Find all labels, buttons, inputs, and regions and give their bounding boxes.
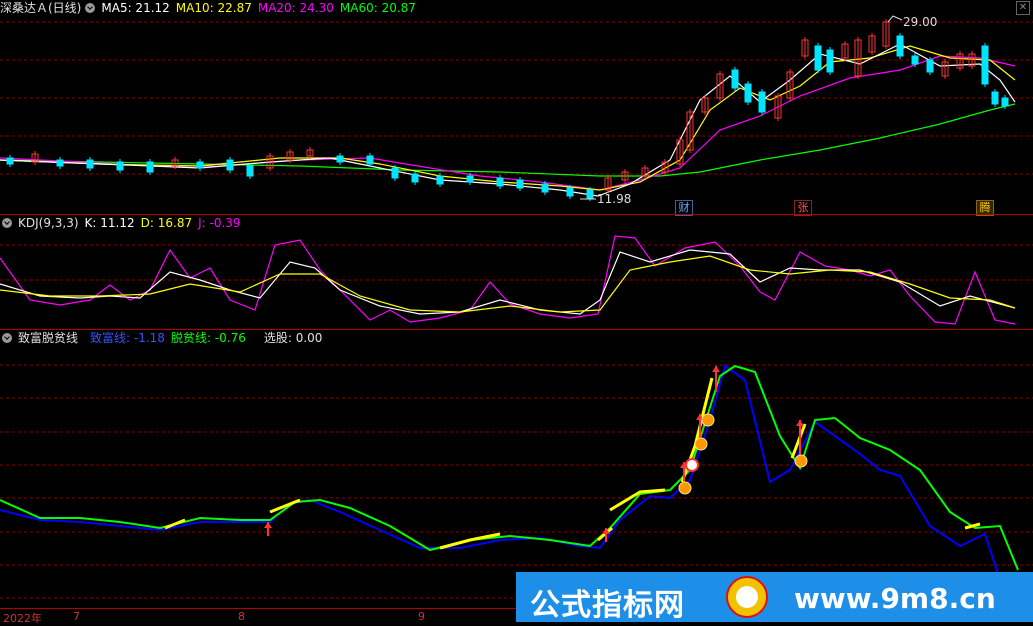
kdj-d-value: D: 16.87	[140, 216, 193, 230]
signal-marker	[678, 481, 692, 495]
candlestick	[436, 175, 444, 185]
candlestick	[86, 159, 94, 169]
x-axis-label-jul: 7	[73, 610, 80, 623]
candlestick	[116, 161, 124, 171]
candlestick	[814, 45, 822, 71]
ma10-label: MA10: 22.87	[175, 1, 252, 15]
watermark-site-name: 公式指标网	[530, 588, 685, 623]
x-axis-label-sep: 9	[418, 610, 425, 623]
candlestick	[586, 189, 594, 199]
x-axis-label-aug: 8	[238, 610, 245, 623]
candlestick	[366, 155, 374, 165]
kdj-panel-header: KDJ(9,3,3) K: 11.12 D: 16.87 J: -0.39	[0, 215, 247, 231]
zhifu-line-value: 致富线: -1.18	[90, 331, 165, 345]
add-signal-marker	[685, 458, 699, 472]
candlestick	[758, 91, 766, 113]
candlestick	[516, 179, 524, 189]
candlestick	[826, 49, 834, 73]
candlestick	[991, 91, 999, 105]
candlestick	[496, 177, 504, 187]
watermark-url: www.9m8.cn	[794, 582, 996, 615]
chart-canvas[interactable]	[0, 0, 1033, 626]
indicator-settings-icon[interactable]	[2, 332, 12, 343]
candlestick	[896, 35, 904, 57]
select-value: 选股: 0.00	[263, 331, 323, 345]
buy-arrow-head	[796, 420, 804, 426]
candlestick	[246, 165, 254, 177]
signal-marker	[694, 437, 708, 451]
candlestick	[336, 155, 344, 163]
watermark-banner: 公式指标网 www.9m8.cn	[516, 572, 1033, 623]
candlestick	[911, 55, 919, 65]
candlestick	[226, 159, 234, 171]
signal-marker	[701, 413, 715, 427]
tuopin-line-value: 脱贫线: -0.76	[170, 331, 246, 345]
low-price-label: 11.98	[597, 192, 632, 206]
candlestick	[1001, 97, 1009, 107]
ma20-label: MA20: 24.30	[257, 1, 334, 15]
candlestick	[146, 161, 154, 173]
candlestick	[196, 161, 204, 169]
kdj-title[interactable]: KDJ(9,3,3)	[18, 216, 79, 230]
close-icon[interactable]: ✕	[1016, 1, 1030, 15]
kdj-k-value: K: 11.12	[84, 216, 135, 230]
main-panel-header: 深桑达Ａ(日线) MA5: 21.12 MA10: 22.87 MA20: 24.30…	[0, 0, 422, 16]
candlestick	[411, 173, 419, 183]
kdj-settings-icon[interactable]	[2, 217, 12, 228]
candlestick	[566, 187, 574, 197]
candlestick	[466, 175, 474, 183]
candlestick	[541, 183, 549, 193]
candlestick	[981, 45, 989, 85]
ma5-line	[0, 43, 1016, 197]
settings-circle-icon[interactable]	[85, 2, 96, 13]
signal-marker	[794, 454, 808, 468]
candlestick	[391, 167, 399, 179]
candlestick	[731, 69, 739, 89]
high-marker	[887, 15, 903, 23]
kdj-d-line	[0, 255, 1016, 313]
watermark-logo	[726, 576, 768, 618]
indicator-panel-header: 致富脱贫线 致富线: -1.18 脱贫线: -0.76 选股: 0.00	[0, 330, 328, 346]
ma5-label: MA5: 21.12	[101, 1, 170, 15]
candlestick	[6, 157, 14, 165]
high-price-label: 29.00	[903, 15, 938, 29]
indicator-title[interactable]: 致富脱贫线	[18, 331, 78, 345]
candlestick	[926, 59, 934, 73]
kdj-j-value: J: -0.39	[198, 216, 241, 230]
candlestick	[744, 83, 752, 103]
candlestick	[56, 159, 64, 167]
security-title[interactable]: 深桑达Ａ(日线)	[0, 1, 81, 15]
x-axis-label-year: 2022年	[3, 612, 42, 625]
ma60-label: MA60: 20.87	[339, 1, 416, 15]
buy-arrow-head	[712, 366, 720, 372]
kdj-k-line	[0, 249, 1016, 315]
